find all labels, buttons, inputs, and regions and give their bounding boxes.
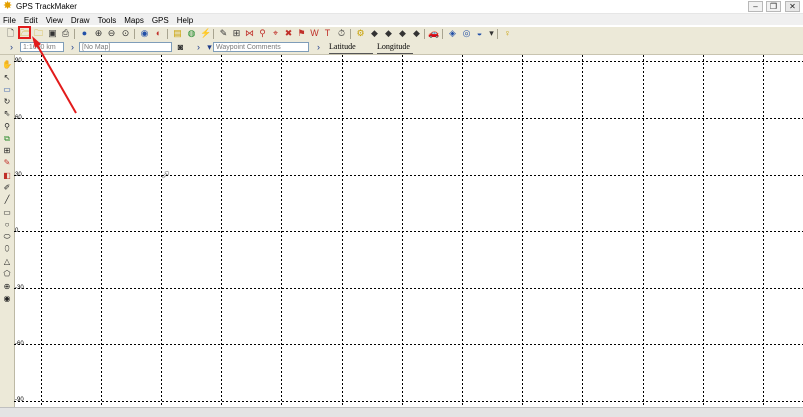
arrow-line bbox=[35, 42, 77, 114]
annotation-arrow bbox=[32, 36, 77, 114]
mouse-cursor-icon: ➚ bbox=[161, 169, 171, 181]
arrow-head bbox=[32, 36, 41, 48]
